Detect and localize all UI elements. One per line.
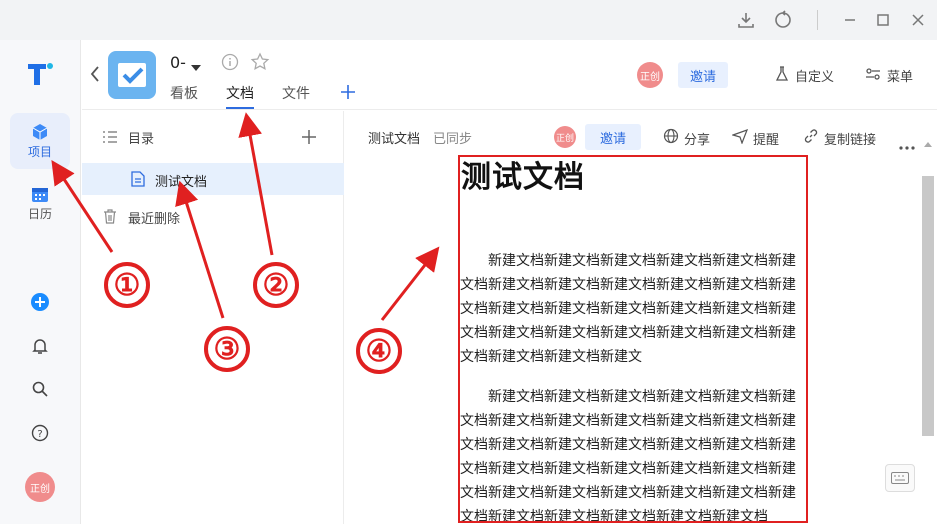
annotation-arrows [51,112,440,321]
annotation-3: ③ [204,326,250,372]
annotation-1: ① [104,262,150,308]
arrow-2 [238,112,274,256]
annotation-4: ④ [356,328,402,374]
annotation-2: ② [253,262,299,308]
arrow-4 [380,246,440,321]
arrow-3 [175,180,225,319]
arrow-1 [51,159,114,253]
